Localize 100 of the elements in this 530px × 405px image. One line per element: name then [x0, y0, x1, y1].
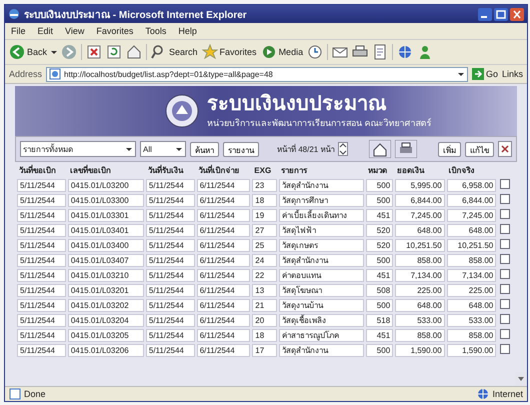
row-checkbox[interactable] — [500, 254, 510, 264]
menu-item[interactable]: Tools — [145, 26, 166, 36]
menu-item[interactable]: File — [11, 26, 26, 36]
table-cell: 5/11/2544 — [17, 269, 66, 282]
column-header: วันที่ขอเบิก — [18, 165, 57, 177]
row-checkbox[interactable] — [500, 224, 510, 234]
table-cell: 1,590.00 — [446, 344, 496, 357]
table-cell: 0415.01/L03206 — [68, 344, 144, 357]
table-cell: 520 — [366, 239, 394, 252]
menu-item[interactable]: View — [65, 26, 84, 36]
maximize-icon[interactable] — [494, 8, 508, 20]
row-checkbox[interactable] — [500, 209, 510, 219]
table-cell: 19 — [252, 209, 278, 222]
table-cell: 5/11/2544 — [17, 314, 66, 327]
toolbar-button[interactable]: Back — [9, 44, 48, 60]
filter-button[interactable]: รายงาน — [223, 142, 259, 156]
row-checkbox[interactable] — [500, 344, 510, 354]
table-cell: 5/11/2544 — [17, 329, 66, 342]
table-cell: 20 — [252, 314, 278, 327]
table-cell: 0415.01/L03200 — [68, 179, 144, 192]
table-cell: 5/11/2544 — [17, 254, 66, 267]
table-cell: 5/11/2544 — [17, 299, 66, 312]
table-cell: ค่าเบี้ยเลี้ยงเดินทาง — [279, 209, 364, 222]
printer-icon[interactable] — [395, 140, 418, 158]
table-cell: 6/11/2544 — [196, 284, 250, 297]
table-cell: 0415.01/L03210 — [68, 269, 144, 282]
department-select[interactable]: รายการทั้งหมด — [20, 141, 136, 157]
globe-icon[interactable] — [397, 44, 414, 60]
table-cell: 0415.01/L03301 — [68, 209, 144, 222]
table-cell: 451 — [366, 209, 394, 222]
go-button[interactable]: Go — [472, 68, 498, 80]
toolbar-button[interactable]: Search — [151, 44, 198, 60]
menu-item[interactable]: Help — [178, 26, 197, 36]
table-cell: 0415.01/L03407 — [68, 254, 144, 267]
table-cell: 5/11/2544 — [17, 179, 66, 192]
table-cell: 10,251.50 — [446, 239, 496, 252]
table-cell: 648.00 — [395, 224, 445, 237]
page-icon — [49, 68, 62, 80]
menu-item[interactable]: Edit — [38, 26, 54, 36]
table-cell: ค่าสาธารณูปโภค — [279, 329, 364, 342]
table-cell: 5/11/2544 — [146, 239, 195, 252]
table-cell: 27 — [252, 224, 278, 237]
table-cell: 518 — [366, 314, 394, 327]
action-button[interactable]: เพิ่ม — [438, 142, 461, 156]
row-checkbox[interactable] — [500, 269, 510, 279]
row-checkbox[interactable] — [500, 299, 510, 309]
row-checkbox[interactable] — [500, 194, 510, 204]
column-header: วันที่เบิกจ่าย — [198, 165, 241, 177]
home-icon[interactable] — [126, 44, 142, 60]
table-cell: วัสดุไฟฟ้า — [279, 224, 364, 237]
filter-button[interactable]: ค้นหา — [190, 142, 219, 156]
table-cell: 5/11/2544 — [146, 299, 195, 312]
close-icon[interactable] — [510, 8, 524, 20]
table-cell: 500 — [366, 299, 394, 312]
table-cell: 6/11/2544 — [196, 344, 250, 357]
table-cell: 22 — [252, 269, 278, 282]
table-cell: 6/11/2544 — [196, 269, 250, 282]
row-checkbox[interactable] — [500, 179, 510, 189]
row-checkbox[interactable] — [500, 329, 510, 339]
column-header: รายการ — [280, 165, 308, 177]
table-cell: 5/11/2544 — [17, 344, 66, 357]
stop-icon[interactable] — [86, 44, 102, 60]
table-cell: 5/11/2544 — [146, 224, 195, 237]
table-cell: 0415.01/L03400 — [68, 239, 144, 252]
table-cell: 6/11/2544 — [196, 209, 250, 222]
toolbar-button[interactable]: Media — [260, 44, 304, 60]
action-button[interactable]: แก้ไข — [465, 142, 494, 156]
minimize-icon[interactable] — [478, 8, 492, 20]
document-icon[interactable] — [372, 44, 388, 60]
row-checkbox[interactable] — [500, 239, 510, 249]
table-cell: 6,844.00 — [446, 194, 496, 207]
site-subtitle: หน่วยบริการและพัฒนาการเรียนการสอน คณะวิทยาศาสตร์ — [207, 117, 432, 130]
menu-item[interactable]: Favorites — [96, 26, 134, 36]
refresh-icon[interactable] — [106, 44, 122, 60]
delete-icon[interactable] — [498, 141, 512, 157]
home-icon[interactable] — [369, 140, 392, 158]
toolbar-button[interactable]: Favorites — [202, 44, 257, 60]
table-cell: 6/11/2544 — [196, 329, 250, 342]
table-cell: วัสดุงานบ้าน — [279, 299, 364, 312]
table-cell: 1,590.00 — [395, 344, 445, 357]
table-cell: 18 — [252, 194, 278, 207]
table-cell: 500 — [366, 254, 394, 267]
page-spinner-icon[interactable] — [338, 142, 348, 156]
row-checkbox[interactable] — [500, 284, 510, 294]
table-cell: 451 — [366, 269, 394, 282]
row-checkbox[interactable] — [500, 314, 510, 324]
table-cell: 858.00 — [446, 329, 496, 342]
column-header: ยอดเงิน — [396, 165, 426, 177]
history-icon[interactable] — [307, 44, 324, 60]
table-cell: 6/11/2544 — [196, 254, 250, 267]
table-cell: 5/11/2544 — [146, 209, 195, 222]
column-header: เบิกจริง — [448, 165, 476, 177]
status-text: Done — [9, 388, 46, 400]
address-field[interactable]: http://localhost/budget/list.asp?dept=01&type=all&page=48 — [46, 66, 468, 82]
type-select[interactable]: All — [140, 141, 186, 157]
table-cell: 17 — [252, 344, 278, 357]
table-cell: 5/11/2544 — [146, 194, 195, 207]
links-button[interactable]: Links — [502, 69, 523, 79]
table-cell: 648.00 — [446, 299, 496, 312]
table-cell: วัสดุเกษตร — [279, 239, 364, 252]
